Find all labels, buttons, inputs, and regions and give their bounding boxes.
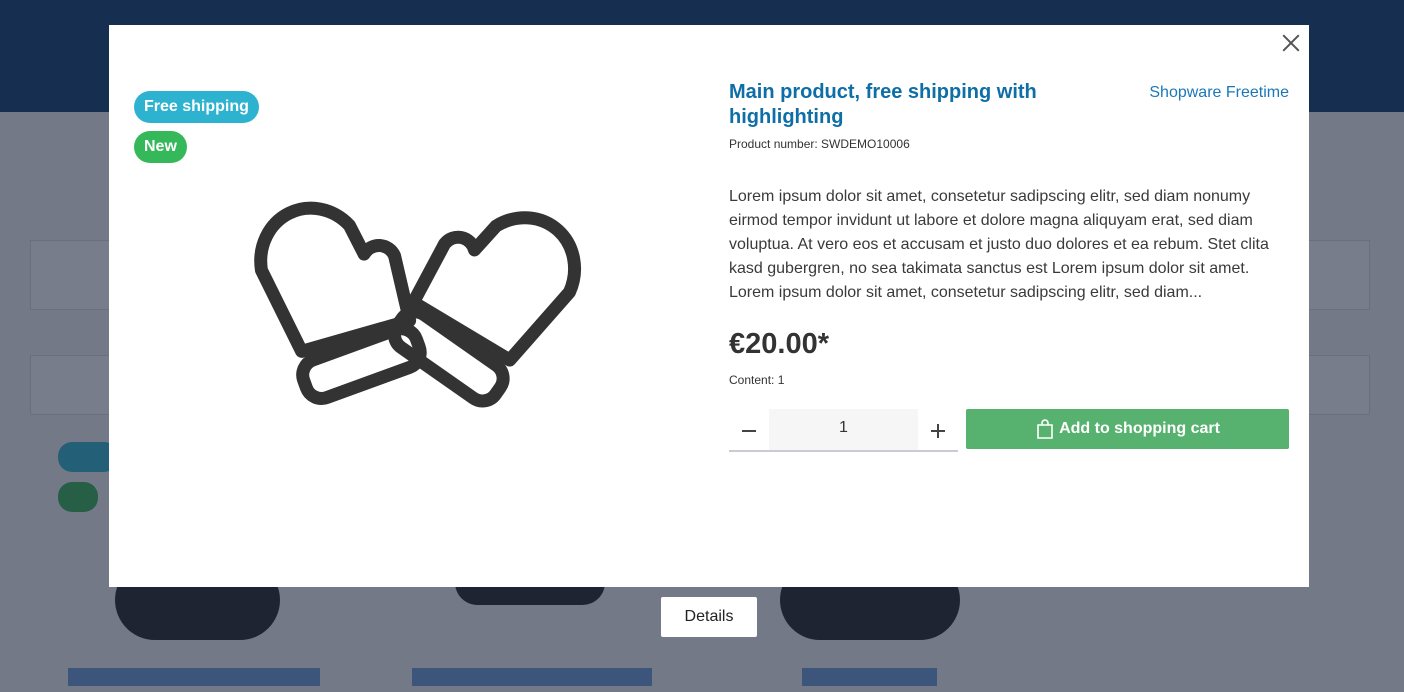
product-title[interactable]: Main product, free shipping with highlig… [729, 80, 1129, 130]
shopping-bag-icon [1037, 419, 1053, 439]
minus-icon[interactable] [729, 409, 769, 450]
add-to-cart-button[interactable]: Add to shopping cart [966, 409, 1289, 449]
quantity-stepper [729, 409, 958, 452]
product-price: €20.00* [729, 328, 829, 360]
add-to-cart-label: Add to shopping cart [1059, 420, 1220, 437]
free-shipping-badge: Free shipping [134, 91, 259, 123]
new-badge: New [134, 131, 187, 163]
mittens-icon[interactable] [204, 185, 624, 425]
quantity-input[interactable] [769, 409, 918, 450]
product-content: Content: 1 [729, 373, 785, 387]
quickview-modal: Free shipping New Main product, free shi… [109, 25, 1309, 587]
manufacturer-link[interactable]: Shopware Freetime [1149, 84, 1289, 102]
close-icon[interactable] [1281, 33, 1301, 53]
plus-icon[interactable] [918, 409, 958, 450]
details-button[interactable]: Details [661, 597, 757, 637]
product-description: Lorem ipsum dolor sit amet, consetetur s… [729, 188, 1269, 301]
product-number: Product number: SWDEMO10006 [729, 137, 910, 151]
